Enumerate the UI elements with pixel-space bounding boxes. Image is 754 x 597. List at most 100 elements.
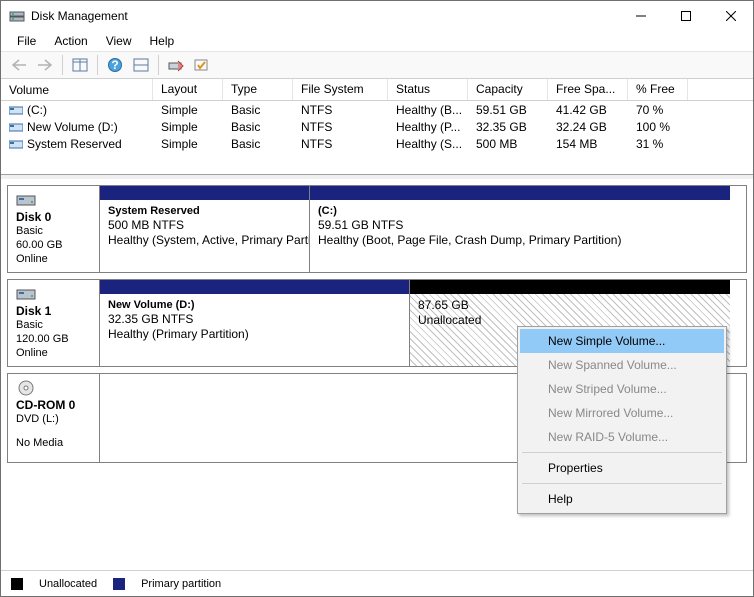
- disk-state: Online: [16, 346, 91, 360]
- partition-sub: 32.35 GB NTFS: [108, 312, 193, 326]
- toolbar-separator: [62, 55, 63, 75]
- disk-label[interactable]: Disk 0Basic60.00 GBOnline: [8, 186, 100, 272]
- menu-help[interactable]: Help: [142, 32, 183, 50]
- action-check-button[interactable]: [190, 54, 214, 76]
- volume-row[interactable]: (C:)SimpleBasicNTFSHealthy (B...59.51 GB…: [1, 101, 753, 118]
- toolbar-separator: [158, 55, 159, 75]
- volume-name: (C:): [27, 103, 47, 117]
- volume-status: Healthy (B...: [388, 103, 468, 117]
- partition-body: New Volume (D:)32.35 GB NTFSHealthy (Pri…: [100, 294, 409, 366]
- volume-free: 41.42 GB: [548, 103, 628, 117]
- context-menu-item: New Mirrored Volume...: [520, 401, 724, 425]
- volume-free: 154 MB: [548, 137, 628, 151]
- partition[interactable]: (C:)59.51 GB NTFSHealthy (Boot, Page Fil…: [310, 186, 730, 272]
- volume-fs: NTFS: [293, 137, 388, 151]
- partition-title: (C:): [318, 205, 337, 217]
- volume-list: Volume Layout Type File System Status Ca…: [1, 79, 753, 175]
- partition-sub: 59.51 GB NTFS: [318, 218, 403, 232]
- partition-title: New Volume (D:): [108, 299, 195, 311]
- legend-swatch-unallocated: [11, 578, 23, 590]
- volume-type: Basic: [223, 137, 293, 151]
- partition-color-bar: [410, 280, 730, 294]
- partition-color-bar: [310, 186, 730, 200]
- col-layout[interactable]: Layout: [153, 79, 223, 100]
- disk-state: Online: [16, 252, 91, 266]
- partition-color-bar: [100, 280, 409, 294]
- partition-sub: 500 MB NTFS: [108, 218, 184, 232]
- drive-icon: [9, 138, 23, 150]
- volume-fs: NTFS: [293, 103, 388, 117]
- disk-kind: Basic: [16, 318, 91, 332]
- context-menu: New Simple Volume...New Spanned Volume..…: [517, 326, 727, 514]
- col-type[interactable]: Type: [223, 79, 293, 100]
- disk-kind: DVD (L:): [16, 412, 91, 426]
- volume-pct: 100 %: [628, 120, 688, 134]
- legend: Unallocated Primary partition: [1, 570, 753, 596]
- col-free[interactable]: Free Spa...: [548, 79, 628, 100]
- volume-capacity: 32.35 GB: [468, 120, 548, 134]
- maximize-button[interactable]: [663, 1, 708, 31]
- menu-action[interactable]: Action: [46, 32, 95, 50]
- settings-view-button[interactable]: [129, 54, 153, 76]
- partition-color-bar: [100, 186, 309, 200]
- partition-body: System Reserved500 MB NTFSHealthy (Syste…: [100, 200, 309, 272]
- window-controls: [618, 1, 753, 31]
- volume-capacity: 500 MB: [468, 137, 548, 151]
- volume-layout: Simple: [153, 120, 223, 134]
- legend-swatch-primary: [113, 578, 125, 590]
- volume-layout: Simple: [153, 137, 223, 151]
- menu-file[interactable]: File: [9, 32, 44, 50]
- action-disk-button[interactable]: [164, 54, 188, 76]
- minimize-button[interactable]: [618, 1, 663, 31]
- col-status[interactable]: Status: [388, 79, 468, 100]
- context-menu-item[interactable]: Help: [520, 487, 724, 511]
- col-volume[interactable]: Volume: [1, 79, 153, 100]
- legend-label-unallocated: Unallocated: [39, 578, 97, 590]
- partition-status: Healthy (Boot, Page File, Crash Dump, Pr…: [318, 233, 621, 247]
- forward-button[interactable]: [33, 54, 57, 76]
- toolbar: ?: [1, 51, 753, 79]
- volume-list-header: Volume Layout Type File System Status Ca…: [1, 79, 753, 101]
- disk-state: No Media: [16, 436, 91, 450]
- partition-status: Healthy (System, Active, Primary Partiti…: [108, 233, 309, 247]
- context-menu-item[interactable]: New Simple Volume...: [520, 329, 724, 353]
- col-filesystem[interactable]: File System: [293, 79, 388, 100]
- partition[interactable]: System Reserved500 MB NTFSHealthy (Syste…: [100, 186, 310, 272]
- toolbar-separator: [97, 55, 98, 75]
- col-percent[interactable]: % Free: [628, 79, 688, 100]
- disk-size: 60.00 GB: [16, 238, 91, 252]
- partition-sub: 87.65 GB: [418, 298, 469, 312]
- col-capacity[interactable]: Capacity: [468, 79, 548, 100]
- partition-title: System Reserved: [108, 205, 200, 217]
- context-menu-item[interactable]: Properties: [520, 456, 724, 480]
- partition-status: Healthy (Primary Partition): [108, 327, 249, 341]
- menu-view[interactable]: View: [98, 32, 140, 50]
- drive-icon: [9, 121, 23, 133]
- disk-label[interactable]: Disk 1Basic120.00 GBOnline: [8, 280, 100, 366]
- legend-label-primary: Primary partition: [141, 578, 221, 590]
- help-button[interactable]: ?: [103, 54, 127, 76]
- disk-size: 120.00 GB: [16, 332, 91, 346]
- back-button[interactable]: [7, 54, 31, 76]
- titlebar: Disk Management: [1, 1, 753, 31]
- partition[interactable]: New Volume (D:)32.35 GB NTFSHealthy (Pri…: [100, 280, 410, 366]
- context-menu-item: New RAID-5 Volume...: [520, 425, 724, 449]
- view-columns-button[interactable]: [68, 54, 92, 76]
- disk-name: CD-ROM 0: [16, 398, 75, 412]
- volume-fs: NTFS: [293, 120, 388, 134]
- volume-name: System Reserved: [27, 137, 122, 151]
- volume-type: Basic: [223, 103, 293, 117]
- disk-label[interactable]: CD-ROM 0DVD (L:) No Media: [8, 374, 100, 462]
- disk-icon: [16, 192, 36, 208]
- volume-row[interactable]: System ReservedSimpleBasicNTFSHealthy (S…: [1, 135, 753, 152]
- volume-row[interactable]: New Volume (D:)SimpleBasicNTFSHealthy (P…: [1, 118, 753, 135]
- svg-text:?: ?: [111, 58, 118, 72]
- disk-row: Disk 0Basic60.00 GBOnlineSystem Reserved…: [7, 185, 747, 273]
- volume-layout: Simple: [153, 103, 223, 117]
- window-title: Disk Management: [31, 9, 618, 23]
- disk-kind: Basic: [16, 224, 91, 238]
- disk-partitions: System Reserved500 MB NTFSHealthy (Syste…: [100, 186, 746, 272]
- app-icon: [9, 8, 25, 24]
- volume-status: Healthy (P...: [388, 120, 468, 134]
- close-button[interactable]: [708, 1, 753, 31]
